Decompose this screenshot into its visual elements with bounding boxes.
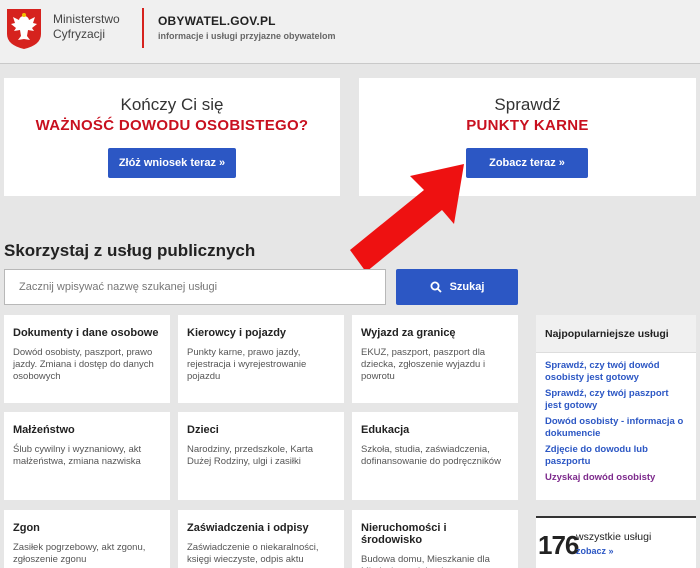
popular-link-id-ready[interactable]: Sprawdź, czy twój dowód osobisty jest go… <box>545 360 687 384</box>
tile-marriage[interactable]: Małżeństwo Ślub cywilny i wyznaniowy, ak… <box>4 412 170 500</box>
popular-services-list: Sprawdź, czy twój dowód osobisty jest go… <box>536 353 696 484</box>
all-services-label: wszystkie usługi <box>576 531 652 543</box>
tile-title: Zgon <box>13 522 40 534</box>
popular-link-id-info[interactable]: Dowód osobisty - informacja o dokumencie <box>545 416 687 440</box>
search-button[interactable]: Szukaj <box>396 269 518 305</box>
promo-highlight: WAŻNOŚĆ DOWODU OSOBISTEGO? <box>35 117 309 134</box>
view-now-button[interactable]: Zobacz teraz » <box>466 148 588 178</box>
ministry-name: Ministerstwo Cyfryzacji <box>53 12 120 42</box>
ministry-line-1: Ministerstwo <box>53 12 120 26</box>
popular-services-panel: Najpopularniejsze usługi Sprawdź, czy tw… <box>536 315 696 500</box>
site-title[interactable]: OBYWATEL.GOV.PL <box>158 14 276 28</box>
tile-description: Narodziny, przedszkole, Karta Dużej Rodz… <box>187 444 314 467</box>
tile-description: Punkty karne, prawo jazdy, rejestracja i… <box>187 347 307 382</box>
popular-link-photo[interactable]: Zdjęcie do dowodu lub paszportu <box>545 444 687 468</box>
site-header: Ministerstwo Cyfryzacji OBYWATEL.GOV.PL … <box>0 0 700 64</box>
tile-title: Edukacja <box>361 424 410 436</box>
popular-services-title: Najpopularniejsze usługi <box>536 315 696 353</box>
tile-title: Kierowcy i pojazdy <box>187 327 287 339</box>
header-divider <box>142 8 144 48</box>
see-all-services-link[interactable]: zobacz » <box>576 546 614 556</box>
tile-description: Zaświadczenie o niekaralności, księgi wi… <box>187 542 319 565</box>
tile-title: Dzieci <box>187 424 219 436</box>
services-section-title: Skorzystaj z usług publicznych <box>4 241 256 260</box>
tile-travel-abroad[interactable]: Wyjazd za granicę EKUZ, paszport, paszpo… <box>352 315 518 403</box>
tile-children[interactable]: Dzieci Narodziny, przedszkole, Karta Duż… <box>178 412 344 500</box>
promo-highlight: PUNKTY KARNE <box>466 117 589 134</box>
submit-application-button[interactable]: Złóż wniosek teraz » <box>108 148 236 178</box>
tile-title: Wyjazd za granicę <box>361 327 456 339</box>
tile-description: Dowód osobisty, paszport, prawo jazdy. Z… <box>13 347 154 382</box>
service-search-input[interactable] <box>4 269 386 305</box>
promo-heading: Sprawdź <box>494 95 561 114</box>
tile-description: Szkoła, studia, zaświadczenia, dofinanso… <box>361 444 501 467</box>
tile-description: Ślub cywilny i wyznaniowy, akt małżeństw… <box>13 444 142 467</box>
tile-education[interactable]: Edukacja Szkoła, studia, zaświadczenia, … <box>352 412 518 500</box>
tile-title: Zaświadczenia i odpisy <box>187 522 309 534</box>
popular-link-passport-ready[interactable]: Sprawdź, czy twój paszport jest gotowy <box>545 388 687 412</box>
tile-description: Zasiłek pogrzebowy, akt zgonu, zgłoszeni… <box>13 542 146 565</box>
tile-title: Dokumenty i dane osobowe <box>13 327 159 339</box>
polish-eagle-emblem-icon[interactable] <box>6 8 42 50</box>
ministry-line-2: Cyfryzacji <box>53 27 106 41</box>
tile-title: Nieruchomości i środowisko <box>361 522 447 546</box>
search-icon <box>430 281 442 293</box>
search-button-label: Szukaj <box>449 281 485 293</box>
tile-description: EKUZ, paszport, paszport dla dziecka, zg… <box>361 347 486 382</box>
promo-heading: Kończy Ci się <box>120 95 224 114</box>
tile-death[interactable]: Zgon Zasiłek pogrzebowy, akt zgonu, zgło… <box>4 510 170 568</box>
all-services-box: 176 wszystkie usługi zobacz » <box>536 516 696 568</box>
tile-certificates[interactable]: Zaświadczenia i odpisy Zaświadczenie o n… <box>178 510 344 568</box>
tile-title: Małżeństwo <box>13 424 75 436</box>
promo-card-id-expiry: Kończy Ci się WAŻNOŚĆ DOWODU OSOBISTEGO?… <box>4 78 340 196</box>
tile-description: Budowa domu, Mieszkanie dla Młodych, wyc… <box>361 554 492 568</box>
red-arrow-annotation-icon <box>350 164 464 272</box>
services-count: 176 <box>538 530 579 560</box>
popular-link-get-id[interactable]: Uzyskaj dowód osobisty <box>545 472 687 484</box>
tile-documents[interactable]: Dokumenty i dane osobowe Dowód osobisty,… <box>4 315 170 403</box>
tile-real-estate[interactable]: Nieruchomości i środowisko Budowa domu, … <box>352 510 518 568</box>
site-subtitle: informacje i usługi przyjazne obywatelom <box>158 31 336 41</box>
tile-drivers-vehicles[interactable]: Kierowcy i pojazdy Punkty karne, prawo j… <box>178 315 344 403</box>
